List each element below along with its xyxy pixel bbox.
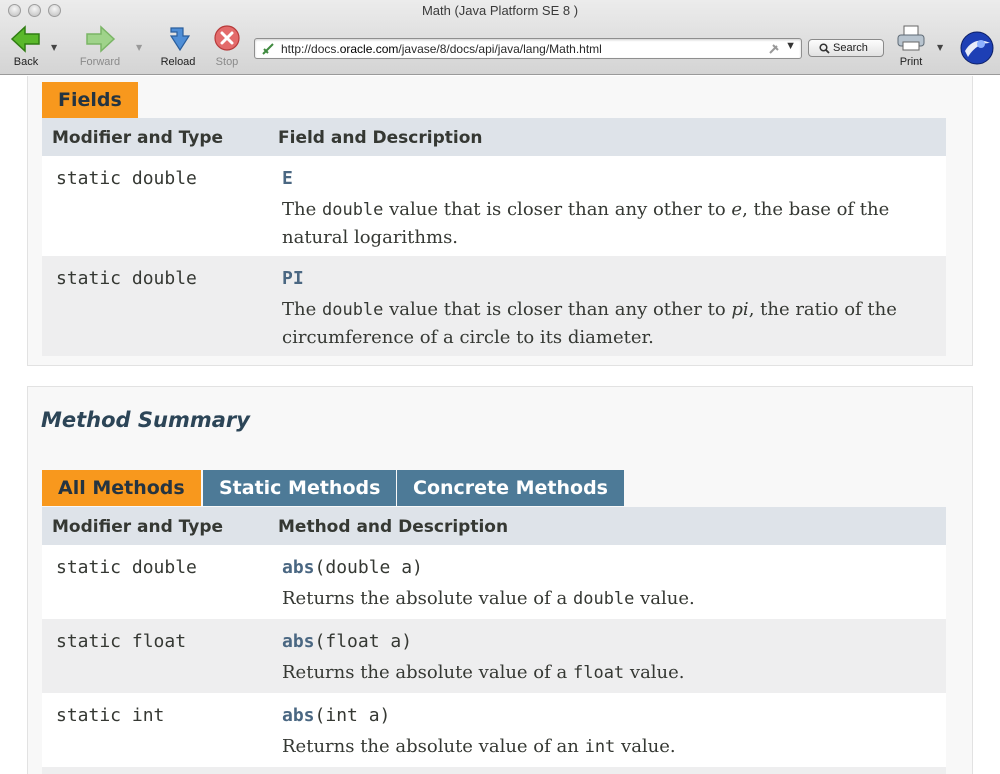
table-row bbox=[42, 767, 946, 774]
table-row: static double abs(double a) Returns the … bbox=[42, 545, 946, 619]
method-modifier: static float bbox=[56, 631, 187, 652]
fields-caption: Fields bbox=[42, 82, 138, 118]
field-name-link[interactable]: PI bbox=[282, 268, 304, 289]
method-signature: abs(float a) bbox=[282, 631, 413, 652]
method-name-link[interactable]: abs bbox=[282, 631, 315, 652]
method-description: Returns the absolute value of a double v… bbox=[282, 588, 695, 609]
method-modifier: static int bbox=[56, 705, 165, 726]
column-header-modifier: Modifier and Type bbox=[52, 128, 224, 148]
url-history-caret-icon[interactable]: ▼ bbox=[785, 40, 796, 52]
forward-arrow-icon bbox=[86, 25, 116, 53]
tab-concrete-methods[interactable]: Concrete Methods bbox=[397, 470, 624, 506]
table-row: static int abs(int a) Returns the absolu… bbox=[42, 693, 946, 767]
printer-icon bbox=[897, 25, 925, 51]
search-icon bbox=[819, 43, 830, 59]
search-label: Search bbox=[833, 42, 868, 54]
method-modifier: static double bbox=[56, 557, 197, 578]
stop-button[interactable]: Stop bbox=[210, 24, 244, 68]
back-button[interactable]: Back bbox=[6, 24, 46, 68]
reload-button[interactable]: Reload bbox=[158, 24, 198, 68]
reload-icon bbox=[169, 27, 191, 52]
tab-static-methods[interactable]: Static Methods bbox=[203, 470, 397, 506]
page-viewport[interactable]: Fields Modifier and Type Field and Descr… bbox=[0, 76, 1000, 774]
method-summary-block: Method Summary All Methods Static Method… bbox=[27, 386, 973, 774]
fields-table-header: Modifier and Type Field and Description bbox=[42, 118, 946, 156]
method-description: Returns the absolute value of an int val… bbox=[282, 736, 676, 757]
field-modifier: static double bbox=[56, 168, 197, 189]
method-description: Returns the absolute value of a float va… bbox=[282, 662, 685, 683]
reload-label: Reload bbox=[160, 56, 196, 68]
print-options-caret-icon[interactable]: ▼ bbox=[937, 43, 943, 52]
forward-button[interactable]: Forward bbox=[76, 24, 124, 68]
table-row: static float abs(float a) Returns the ab… bbox=[42, 619, 946, 693]
browser-logo-icon bbox=[960, 31, 994, 69]
stop-icon bbox=[214, 25, 240, 51]
method-name-link[interactable]: abs bbox=[282, 705, 315, 726]
print-button[interactable]: Print bbox=[894, 24, 928, 68]
stop-label: Stop bbox=[215, 56, 239, 68]
field-name-link[interactable]: E bbox=[282, 168, 293, 189]
back-label: Back bbox=[13, 56, 39, 68]
browser-toolbar: Math (Java Platform SE 8 ) Back ▼ Forwar… bbox=[0, 0, 1000, 75]
field-summary-block: Fields Modifier and Type Field and Descr… bbox=[27, 76, 973, 366]
forward-label: Forward bbox=[79, 56, 121, 68]
method-summary-heading: Method Summary bbox=[41, 408, 250, 432]
tab-all-methods[interactable]: All Methods bbox=[42, 470, 201, 506]
field-description: The double value that is closer than any… bbox=[282, 299, 897, 348]
method-signature: abs(double a) bbox=[282, 557, 423, 578]
page-icon bbox=[261, 42, 275, 59]
bookmark-icon[interactable] bbox=[767, 42, 781, 59]
column-header-field: Field and Description bbox=[278, 128, 483, 148]
field-description: The double value that is closer than any… bbox=[282, 199, 890, 248]
url-text: http://docs.oracle.com/javase/8/docs/api… bbox=[281, 42, 602, 56]
search-button[interactable]: Search bbox=[808, 39, 884, 57]
table-row: static double PI The double value that i… bbox=[42, 256, 946, 356]
back-history-caret-icon[interactable]: ▼ bbox=[51, 43, 57, 52]
column-header-modifier: Modifier and Type bbox=[52, 517, 224, 537]
back-arrow-icon bbox=[10, 25, 40, 53]
column-header-method: Method and Description bbox=[278, 517, 509, 537]
print-label: Print bbox=[899, 56, 923, 68]
field-modifier: static double bbox=[56, 268, 197, 289]
method-name-link[interactable]: abs bbox=[282, 557, 315, 578]
methods-table-header: Modifier and Type Method and Description bbox=[42, 507, 946, 545]
forward-history-caret-icon[interactable]: ▼ bbox=[136, 43, 142, 52]
address-bar[interactable]: http://docs.oracle.com/javase/8/docs/api… bbox=[254, 38, 802, 59]
window-title: Math (Java Platform SE 8 ) bbox=[421, 3, 579, 18]
table-row: static double E The double value that is… bbox=[42, 156, 946, 256]
method-signature: abs(int a) bbox=[282, 705, 391, 726]
